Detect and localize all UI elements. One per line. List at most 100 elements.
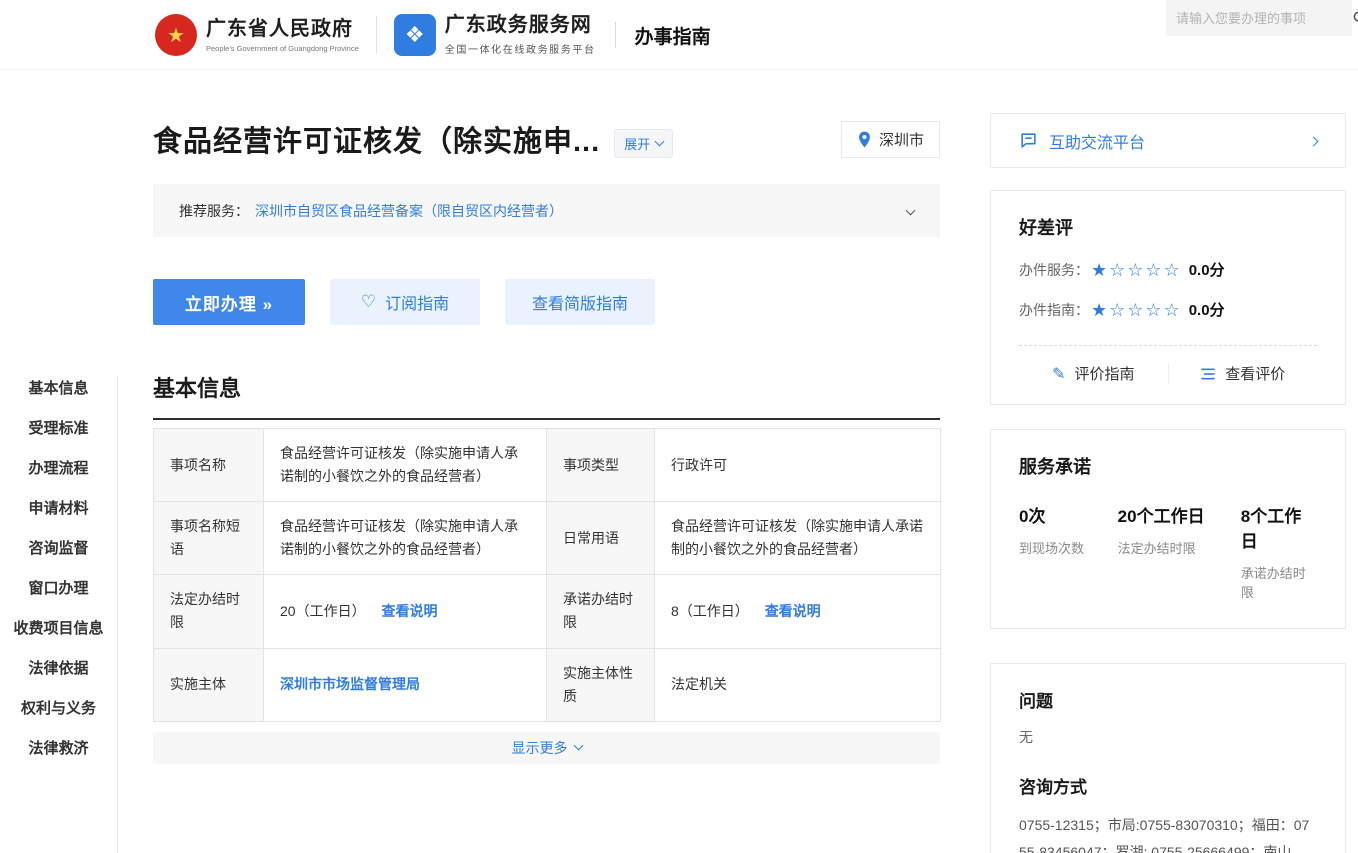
star-empty-icon: ☆ [1127, 260, 1145, 280]
page-section-label[interactable]: 办事指南 [635, 22, 711, 49]
star-empty-icon: ☆ [1164, 260, 1182, 280]
cell-value: 行政许可 [655, 429, 941, 502]
nav-item-application-materials[interactable]: 申请材料 [0, 501, 117, 517]
chevron-down-icon [906, 205, 916, 215]
chat-icon [1019, 131, 1038, 150]
nav-item-consultation-supervision[interactable]: 咨询监督 [0, 541, 117, 557]
rating-row-guide: 办件指南： ★☆☆☆☆ 0.0分 [1019, 299, 1317, 320]
cell-value: 深圳市市场监督管理局 [264, 648, 547, 721]
cell-value: 食品经营许可证核发（除实施申请人承诺制的小餐饮之外的食品经营者） [655, 502, 941, 575]
cell-value: 法定机关 [655, 648, 941, 721]
stat-promised-time-limit: 8个工作日 承诺办结时限 [1241, 502, 1317, 601]
nav-item-fee-info[interactable]: 收费项目信息 [0, 621, 117, 637]
consult-phone-numbers: 0755-12315；市局:0755-83070310；福田：0755-8345… [1019, 812, 1317, 853]
apply-now-button[interactable]: 立即办理 » [153, 279, 305, 325]
right-panel: 互助交流平台 好差评 办件服务： ★☆☆☆☆ 0.0分 办件指南： ★☆☆☆☆ … [990, 113, 1346, 853]
cell-label: 实施主体性质 [547, 648, 655, 721]
recommend-label: 推荐服务： [179, 201, 249, 221]
acceptance-heading: 受理标准 [153, 848, 940, 853]
basic-info-table: 事项名称 食品经营许可证核发（除实施申请人承诺制的小餐饮之外的食品经营者） 事项… [153, 428, 941, 722]
city-name: 深圳市 [879, 129, 924, 150]
cell-label: 承诺办结时限 [547, 575, 655, 648]
pencil-icon: ✎ [1052, 364, 1065, 384]
star-rating[interactable]: ★☆☆☆☆ [1091, 261, 1182, 279]
header-search [1166, 0, 1352, 36]
nav-item-process[interactable]: 办理流程 [0, 461, 117, 477]
star-empty-icon: ☆ [1145, 260, 1163, 280]
rating-card: 好差评 办件服务： ★☆☆☆☆ 0.0分 办件指南： ★☆☆☆☆ 0.0分 ✎ … [990, 190, 1346, 405]
cell-value: 20（工作日） 查看说明 [264, 575, 547, 648]
question-heading: 问题 [1019, 687, 1317, 712]
gov-logo[interactable]: ★ 广东省人民政府 People's Government of Guangdo… [155, 14, 359, 56]
cell-label: 日常用语 [547, 502, 655, 575]
cell-label: 法定办结时限 [154, 575, 264, 648]
cell-value: 8（工作日） 查看说明 [655, 575, 941, 648]
view-explanation-link[interactable]: 查看说明 [765, 603, 821, 619]
dashed-divider [1019, 345, 1317, 346]
cell-label: 实施主体 [154, 648, 264, 721]
recommend-service-bar: 推荐服务： 深圳市自贸区食品经营备案（限自贸区内经营者） [153, 184, 940, 237]
rating-row-label: 办件指南： [1019, 300, 1089, 320]
implementing-agency-link[interactable]: 深圳市市场监督管理局 [280, 676, 420, 692]
view-reviews-link[interactable]: 查看评价 [1169, 363, 1318, 384]
stat-site-visits: 0次 到现场次数 [1019, 502, 1118, 601]
commitment-heading: 服务承诺 [1019, 453, 1317, 479]
table-row: 事项名称短语 食品经营许可证核发（除实施申请人承诺制的小餐饮之外的食品经营者） … [154, 502, 941, 575]
header-divider-2 [615, 22, 616, 48]
evaluate-guide-link[interactable]: ✎ 评价指南 [1019, 363, 1169, 384]
search-input[interactable] [1176, 11, 1352, 26]
nav-item-window-service[interactable]: 窗口办理 [0, 581, 117, 597]
simple-guide-button[interactable]: 查看简版指南 [505, 279, 655, 325]
consult-heading: 咨询方式 [1019, 773, 1317, 798]
nav-item-legal-remedy[interactable]: 法律救济 [0, 741, 117, 757]
table-row: 事项名称 食品经营许可证核发（除实施申请人承诺制的小餐饮之外的食品经营者） 事项… [154, 429, 941, 502]
portal-logo[interactable]: ❖ 广东政务服务网 全国一体化在线政务服务平台 [394, 14, 596, 56]
gov-logo-title: 广东省人民政府 [206, 18, 359, 41]
cell-value: 食品经营许可证核发（除实施申请人承诺制的小餐饮之外的食品经营者） [264, 502, 547, 575]
chevron-right-icon [1310, 132, 1317, 150]
nav-item-rights-obligations[interactable]: 权利与义务 [0, 701, 117, 717]
service-commitment-card: 服务承诺 0次 到现场次数 20个工作日 法定办结时限 8个工作日 承诺办结时限 [990, 429, 1346, 629]
star-rating[interactable]: ★☆☆☆☆ [1091, 301, 1182, 319]
header-divider [376, 16, 377, 54]
show-more-button[interactable]: 显示更多 [153, 732, 940, 764]
subscribe-guide-button[interactable]: ♡ 订阅指南 [330, 279, 480, 325]
cell-label: 事项名称 [154, 429, 264, 502]
page-title: 食品经营许可证核发（除实施申... [153, 118, 600, 160]
gov-emblem-icon: ★ [155, 14, 197, 56]
exchange-platform-card[interactable]: 互助交流平台 [990, 113, 1346, 168]
nav-item-basic-info[interactable]: 基本信息 [0, 381, 117, 397]
city-selector[interactable]: 深圳市 [841, 121, 940, 158]
star-empty-icon: ☆ [1127, 300, 1145, 320]
star-filled-icon: ★ [1091, 300, 1109, 320]
recommend-toggle[interactable] [907, 203, 914, 219]
view-explanation-link[interactable]: 查看说明 [381, 603, 437, 619]
rating-heading: 好差评 [1019, 214, 1317, 240]
cell-label: 事项类型 [547, 429, 655, 502]
rating-row-service: 办件服务： ★☆☆☆☆ 0.0分 [1019, 259, 1317, 280]
basic-info-heading: 基本信息 [153, 371, 940, 420]
recommend-service-link[interactable]: 深圳市自贸区食品经营备案（限自贸区内经营者） [255, 201, 563, 221]
portal-logo-subtitle: 全国一体化在线政务服务平台 [445, 41, 596, 56]
title-expand-button[interactable]: 展开 [614, 129, 673, 158]
section-nav: 基本信息 受理标准 办理流程 申请材料 咨询监督 窗口办理 收费项目信息 法律依… [0, 375, 118, 853]
table-row: 法定办结时限 20（工作日） 查看说明 承诺办结时限 8（工作日） 查看说明 [154, 575, 941, 648]
nav-item-legal-basis[interactable]: 法律依据 [0, 661, 117, 677]
star-empty-icon: ☆ [1109, 260, 1127, 280]
rating-score: 0.0分 [1189, 259, 1225, 280]
portal-logo-icon: ❖ [394, 14, 436, 56]
rating-row-label: 办件服务： [1019, 260, 1089, 280]
exchange-platform-label: 互助交流平台 [1049, 129, 1145, 153]
header: ★ 广东省人民政府 People's Government of Guangdo… [0, 0, 1358, 70]
question-value: 无 [1019, 727, 1317, 747]
location-pin-icon [857, 131, 872, 148]
acceptance-section: 受理标准 [153, 848, 940, 853]
nav-item-acceptance-criteria[interactable]: 受理标准 [0, 421, 117, 437]
gov-logo-subtitle: People's Government of Guangdong Provinc… [206, 44, 359, 53]
list-icon [1200, 367, 1216, 381]
star-filled-icon: ★ [1091, 260, 1109, 280]
table-row: 实施主体 深圳市市场监督管理局 实施主体性质 法定机关 [154, 648, 941, 721]
search-icon[interactable] [1352, 10, 1358, 26]
portal-logo-title: 广东政务服务网 [445, 14, 596, 37]
cell-value: 食品经营许可证核发（除实施申请人承诺制的小餐饮之外的食品经营者） [264, 429, 547, 502]
